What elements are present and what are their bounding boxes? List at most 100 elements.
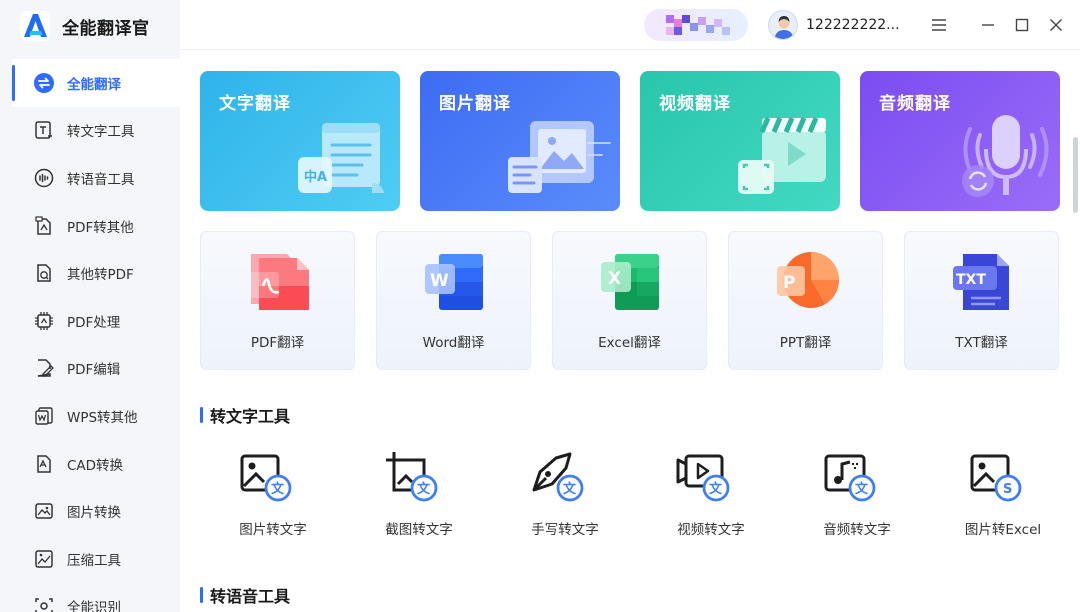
title-bar: 122222222...: [180, 0, 1080, 50]
promo-banner[interactable]: [644, 9, 748, 41]
svg-text:文: 文: [271, 481, 285, 497]
audio-translate-card[interactable]: 音频翻译: [860, 71, 1060, 211]
sidebar-item-label: 转语音工具: [67, 171, 135, 188]
main-content: 文字翻译 中A 图片翻译 视频翻译 音频翻译 PDF翻译 W Word翻译 X …: [180, 51, 1080, 612]
sidebar: 全能翻译官 全能翻译 转文字工具 转语音工具 PDF转其他 其他转PDF PDF…: [0, 0, 180, 612]
sidebar-item-pdf-process[interactable]: PDF处理: [12, 297, 180, 345]
sidebar-item-label: 图片转换: [67, 505, 121, 522]
pdf-translate-card[interactable]: PDF翻译: [200, 231, 355, 370]
card-label: PPT翻译: [779, 335, 832, 351]
image-to-excel-tool[interactable]: S 图片转Excel: [930, 446, 1076, 546]
tool-label: 音频转文字: [823, 522, 891, 538]
card-label: PDF翻译: [250, 335, 305, 351]
svg-text:S: S: [1003, 482, 1012, 497]
user-account[interactable]: 122222222...: [768, 10, 900, 40]
section-title-label: 转语音工具: [210, 587, 291, 606]
svg-text:P: P: [783, 273, 795, 293]
card-label: Excel翻译: [598, 335, 661, 351]
tool-label: 图片转文字: [239, 522, 307, 538]
maximize-button[interactable]: [1010, 13, 1034, 37]
sidebar-item-label: WPS转其他: [67, 409, 138, 426]
sidebar-item-translate[interactable]: 全能翻译: [12, 59, 180, 107]
sidebar-item-label: 压缩工具: [67, 552, 121, 569]
image-translate-icon: [508, 121, 611, 193]
sidebar-item-cad-convert[interactable]: CAD转换: [12, 440, 180, 488]
txt-translate-card[interactable]: TXT TXT翻译: [904, 231, 1059, 370]
sidebar-item-label: 转文字工具: [67, 124, 135, 141]
username[interactable]: 122222222...: [806, 17, 900, 33]
video-translate-icon: [738, 117, 826, 194]
sidebar-item-label: CAD转换: [67, 457, 124, 474]
video-translate-card[interactable]: 视频翻译: [640, 71, 840, 211]
card-title: 音频翻译: [879, 94, 951, 114]
section-title-label: 转文字工具: [210, 407, 291, 426]
sidebar-item-label: 其他转PDF: [67, 267, 134, 284]
card-title: 图片翻译: [439, 94, 511, 114]
txt-badge: TXT: [956, 272, 986, 288]
screenshot-to-text-icon: 文: [386, 452, 438, 502]
pdf-file-icon: [249, 254, 309, 310]
section-accent-bar: [200, 587, 203, 603]
recognize-icon: [33, 595, 55, 612]
excel-translate-card[interactable]: X Excel翻译: [552, 231, 707, 370]
card-label: Word翻译: [422, 335, 485, 351]
svg-text:W: W: [430, 271, 449, 291]
sidebar-item-pdf-edit[interactable]: PDF编辑: [12, 345, 180, 393]
close-icon: [1050, 19, 1062, 31]
video-to-text-icon: 文: [676, 454, 730, 502]
section-accent-bar: [200, 407, 203, 423]
sidebar-item-to-pdf[interactable]: 其他转PDF: [12, 249, 180, 297]
menu-button[interactable]: [927, 13, 951, 37]
sidebar-item-compress[interactable]: 压缩工具: [12, 535, 180, 583]
sidebar-item-label: 全能识别: [67, 600, 121, 612]
sidebar-item-wps-convert[interactable]: WPS转其他: [12, 392, 180, 440]
image-convert-icon: [33, 500, 55, 522]
screenshot-to-text-tool[interactable]: 文 截图转文字: [346, 446, 492, 546]
avatar[interactable]: [768, 10, 798, 40]
card-label: TXT翻译: [955, 335, 1008, 351]
word-translate-card[interactable]: W Word翻译: [376, 231, 531, 370]
sidebar-item-image-convert[interactable]: 图片转换: [12, 487, 180, 535]
text-translate-card[interactable]: 文字翻译 中A: [200, 71, 400, 211]
text-tools-grid: 文 图片转文字 文 截图转文字 文 手写转文字 文 视频转文字 文 音频转文字 …: [200, 446, 1076, 546]
document-cards: PDF翻译 W Word翻译 X Excel翻译 P PPT翻译 TXT TXT…: [200, 231, 1059, 370]
wps-convert-icon: [33, 405, 55, 427]
section-title-text-tools: 转文字工具: [200, 403, 290, 427]
svg-text:X: X: [608, 269, 621, 289]
maximize-icon: [1015, 18, 1029, 32]
app-title: 全能翻译官: [62, 18, 150, 39]
sidebar-item-label: PDF处理: [67, 314, 121, 331]
tool-label: 视频转文字: [677, 522, 745, 538]
pdf-edit-icon: [33, 357, 55, 379]
handwriting-to-text-tool[interactable]: 文 手写转文字: [492, 446, 638, 546]
image-to-text-icon: 文: [240, 454, 292, 502]
cad-convert-icon: [33, 453, 55, 475]
image-to-excel-icon: S: [970, 454, 1022, 502]
voice-tool-icon: [33, 167, 55, 189]
sidebar-item-recognize[interactable]: 全能识别: [12, 583, 180, 612]
to-pdf-icon: [33, 262, 55, 284]
ppt-translate-card[interactable]: P PPT翻译: [728, 231, 883, 370]
handwriting-to-text-icon: 文: [532, 452, 584, 502]
svg-text:文: 文: [855, 481, 869, 497]
video-to-text-tool[interactable]: 文 视频转文字: [638, 446, 784, 546]
sidebar-item-text-tool[interactable]: 转文字工具: [12, 107, 180, 155]
sidebar-item-voice-tool[interactable]: 转语音工具: [12, 154, 180, 202]
close-button[interactable]: [1044, 13, 1068, 37]
image-to-text-tool[interactable]: 文 图片转文字: [200, 446, 346, 546]
word-file-icon: W: [425, 254, 483, 310]
app-logo-icon: [20, 11, 50, 41]
scrollbar-thumb[interactable]: [1073, 137, 1078, 213]
sidebar-item-label: PDF转其他: [67, 219, 134, 236]
audio-to-text-tool[interactable]: 文 音频转文字: [784, 446, 930, 546]
image-translate-card[interactable]: 图片翻译: [420, 71, 620, 211]
sidebar-item-pdf-convert[interactable]: PDF转其他: [12, 202, 180, 250]
audio-to-text-icon: 文: [824, 454, 876, 502]
svg-text:文: 文: [563, 481, 577, 497]
minimize-button[interactable]: [976, 13, 1000, 37]
card-title: 文字翻译: [219, 94, 291, 114]
translate-cards: 文字翻译 中A 图片翻译 视频翻译 音频翻译: [200, 71, 1060, 211]
tool-label: 手写转文字: [531, 522, 599, 538]
minimize-icon: [982, 24, 994, 26]
audio-translate-icon: [962, 115, 1049, 197]
